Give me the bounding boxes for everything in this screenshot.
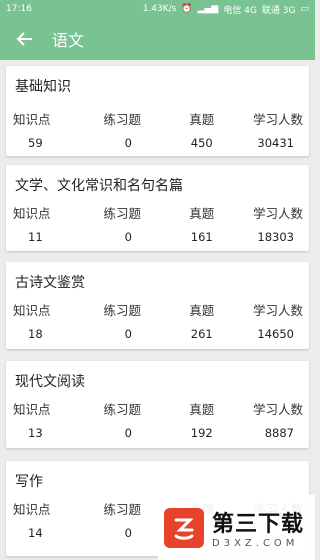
learner-count: 14650 <box>257 327 294 341</box>
topic-card[interactable]: 文学、文化常识和名句名篇 知识点 练习题 真题 学习人数 11 0 161 18… <box>6 165 309 251</box>
card-title: 古诗文鉴赏 <box>15 275 85 291</box>
carrier-1: 电信 4G <box>223 5 257 16</box>
card-title: 写作 <box>15 474 43 490</box>
learner-count: 18303 <box>257 230 294 244</box>
learner-count: 30431 <box>257 136 294 150</box>
exercise-count: 0 <box>124 426 132 440</box>
download-logo-icon <box>164 507 204 548</box>
card-header-row: 知识点 练习题 真题 学习人数 <box>6 109 309 128</box>
col-exercise-label: 练习题 <box>103 206 141 221</box>
topic-card[interactable]: 古诗文鉴赏 知识点 练习题 真题 学习人数 18 0 261 14650 <box>6 262 309 349</box>
network-speed: 1.43K/s <box>142 4 177 14</box>
learner-count: 8887 <box>264 426 294 440</box>
battery-icon: ▭ <box>300 4 309 14</box>
col-learners-label: 学习人数 <box>252 402 303 417</box>
exercise-count: 0 <box>124 327 132 341</box>
status-time: 17:16 <box>6 4 32 14</box>
card-value-row: 11 0 161 18303 <box>6 230 309 244</box>
signal-icon: ▂▄▆ <box>197 4 219 14</box>
exam-count: 450 <box>190 136 213 150</box>
col-exercise-label: 练习题 <box>103 502 141 517</box>
watermark-overlay: 第三下载 D3XZ.COM <box>158 495 315 560</box>
knowledge-count: 14 <box>28 526 43 540</box>
col-knowledge-label: 知识点 <box>13 402 51 417</box>
card-header-row: 知识点 练习题 真题 学习人数 <box>6 203 309 222</box>
knowledge-count: 11 <box>28 230 43 244</box>
exam-count: 192 <box>190 426 213 440</box>
col-learners-label: 学习人数 <box>252 112 303 127</box>
col-exam-label: 真题 <box>189 206 215 221</box>
col-knowledge-label: 知识点 <box>13 112 51 127</box>
card-header-row: 知识点 练习题 真题 学习人数 <box>6 300 309 319</box>
card-header-row: 知识点 练习题 真题 学习人数 <box>6 399 309 418</box>
col-exam-label: 真题 <box>189 112 215 127</box>
topic-card[interactable]: 现代文阅读 知识点 练习题 真题 学习人数 13 0 192 8887 <box>6 361 309 448</box>
col-exam-label: 真题 <box>189 402 215 417</box>
card-title: 现代文阅读 <box>15 374 85 390</box>
card-value-row: 13 0 192 8887 <box>6 426 309 440</box>
exam-count: 161 <box>190 230 213 244</box>
card-list[interactable]: 基础知识 知识点 练习题 真题 学习人数 59 0 450 30431 文学、文… <box>0 60 315 560</box>
back-arrow-icon[interactable] <box>14 28 36 50</box>
alarm-icon: ⏰ <box>181 4 193 14</box>
status-right: 1.43K/s ⏰ ▂▄▆ 电信 4G 联通 3G ▭ <box>143 3 309 16</box>
card-value-row: 18 0 261 14650 <box>6 327 309 341</box>
knowledge-count: 13 <box>28 426 43 440</box>
card-value-row: 59 0 450 30431 <box>6 136 309 150</box>
col-knowledge-label: 知识点 <box>13 303 51 318</box>
watermark-domain: D3XZ.COM <box>212 538 299 549</box>
page-title: 语文 <box>52 31 85 50</box>
exercise-count: 0 <box>124 230 132 244</box>
col-exercise-label: 练习题 <box>103 112 141 127</box>
exercise-count: 0 <box>124 136 132 150</box>
col-learners-label: 学习人数 <box>252 206 303 221</box>
col-learners-label: 学习人数 <box>252 303 303 318</box>
knowledge-count: 18 <box>28 327 43 341</box>
col-exercise-label: 练习题 <box>103 303 141 318</box>
exam-count: 261 <box>190 327 213 341</box>
col-exercise-label: 练习题 <box>103 402 141 417</box>
col-exam-label: 真题 <box>189 303 215 318</box>
topic-card[interactable]: 基础知识 知识点 练习题 真题 学习人数 59 0 450 30431 <box>6 66 309 156</box>
card-title: 文学、文化常识和名句名篇 <box>15 178 183 194</box>
knowledge-count: 59 <box>28 136 43 150</box>
col-knowledge-label: 知识点 <box>13 206 51 221</box>
status-bar: 17:16 1.43K/s ⏰ ▂▄▆ 电信 4G 联通 3G ▭ <box>0 0 315 18</box>
watermark-name: 第三下载 <box>212 512 305 537</box>
card-title: 基础知识 <box>15 79 71 95</box>
app-bar: 语文 <box>0 18 315 60</box>
exercise-count: 0 <box>124 526 132 540</box>
carrier-2: 联通 3G <box>261 5 296 16</box>
col-knowledge-label: 知识点 <box>13 502 51 517</box>
